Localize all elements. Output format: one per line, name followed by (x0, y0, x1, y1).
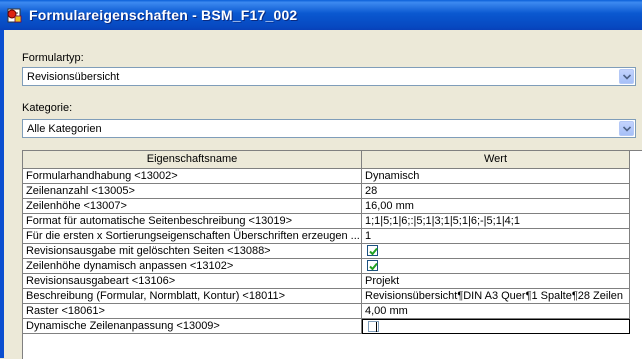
property-value[interactable]: Dynamisch (362, 169, 630, 184)
window-title: Formulareigenschaften - BSM_F17_002 (29, 7, 298, 23)
revisionsausgabe-checkbox[interactable] (367, 245, 378, 256)
property-value[interactable]: 16,00 mm (362, 199, 630, 214)
property-name: Format für automatische Seitenbeschreibu… (23, 214, 362, 229)
table-row[interactable]: Beschreibung (Formular, Normblatt, Kontu… (23, 289, 642, 304)
property-name: Revisionsausgabe mit gelöschten Seiten <… (23, 244, 362, 259)
property-value-checkbox-cell[interactable] (362, 244, 630, 259)
kategorie-value: Alle Kategorien (27, 123, 102, 135)
property-value[interactable]: 1;1|5;1|6;:|5;1|3;1|5;1|6;-|5;1|4;1 (362, 214, 630, 229)
property-value[interactable]: Projekt (362, 274, 630, 289)
column-header-name[interactable]: Eigenschaftsname (23, 151, 362, 169)
chevron-down-icon[interactable] (619, 69, 634, 84)
table-row[interactable]: Revisionsausgabeart <13106> Projekt (23, 274, 642, 289)
zeilenhoehe-dynamisch-checkbox[interactable] (367, 260, 378, 271)
property-name: Formularhandhabung <13002> (23, 169, 362, 184)
kategorie-dropdown[interactable]: Alle Kategorien (22, 119, 636, 138)
property-name: Zeilenhöhe dynamisch anpassen <13102> (23, 259, 362, 274)
form-app-icon (7, 8, 22, 23)
checkmark-icon (369, 247, 378, 256)
property-name: Beschreibung (Formular, Normblatt, Kontu… (23, 289, 362, 304)
property-name: Für die ersten x Sortierungseigenschafte… (23, 229, 362, 244)
table-row[interactable]: Raster <18061> 4,00 mm (23, 304, 642, 319)
table-row[interactable]: Revisionsausgabe mit gelöschten Seiten <… (23, 244, 642, 259)
property-name: Zeilenhöhe <13007> (23, 199, 362, 214)
properties-grid[interactable]: Eigenschaftsname Wert Formularhandhabung… (22, 150, 642, 359)
property-value[interactable]: 1 (362, 229, 630, 244)
table-row[interactable]: Für die ersten x Sortierungseigenschafte… (23, 229, 642, 244)
dynamische-zeilenanpassung-checkbox[interactable] (368, 321, 379, 332)
column-header-value[interactable]: Wert (362, 151, 630, 169)
table-row[interactable]: Formularhandhabung <13002> Dynamisch (23, 169, 642, 184)
chevron-down-icon[interactable] (619, 121, 634, 136)
window-border (0, 30, 4, 358)
table-row[interactable]: Zeilenhöhe dynamisch anpassen <13102> (23, 259, 642, 274)
grid-header: Eigenschaftsname Wert (23, 151, 642, 169)
property-name: Raster <18061> (23, 304, 362, 319)
table-row[interactable]: Format für automatische Seitenbeschreibu… (23, 214, 642, 229)
formulartyp-dropdown[interactable]: Revisionsübersicht (22, 67, 636, 86)
formulartyp-label: Formulartyp: (22, 52, 84, 64)
table-row[interactable]: Zeilenhöhe <13007> 16,00 mm (23, 199, 642, 214)
property-name: Zeilenanzahl <13005> (23, 184, 362, 199)
table-row[interactable]: Zeilenanzahl <13005> 28 (23, 184, 642, 199)
property-value-checkbox-cell[interactable] (362, 259, 630, 274)
checkmark-icon (369, 262, 378, 271)
property-value[interactable]: Revisionsübersicht¶DIN A3 Quer¶1 Spalte¶… (362, 289, 630, 304)
table-row[interactable]: Dynamische Zeilenanpassung <13009> (23, 319, 642, 334)
property-value[interactable]: 28 (362, 184, 630, 199)
kategorie-label: Kategorie: (22, 102, 73, 114)
property-name: Revisionsausgabeart <13106> (23, 274, 362, 289)
property-value-edit-cell[interactable] (362, 319, 630, 334)
property-value[interactable]: 4,00 mm (362, 304, 630, 319)
property-name: Dynamische Zeilenanpassung <13009> (23, 319, 362, 334)
title-bar[interactable]: Formulareigenschaften - BSM_F17_002 (0, 0, 642, 30)
text-cursor (376, 322, 377, 332)
formulartyp-value: Revisionsübersicht (27, 71, 120, 83)
